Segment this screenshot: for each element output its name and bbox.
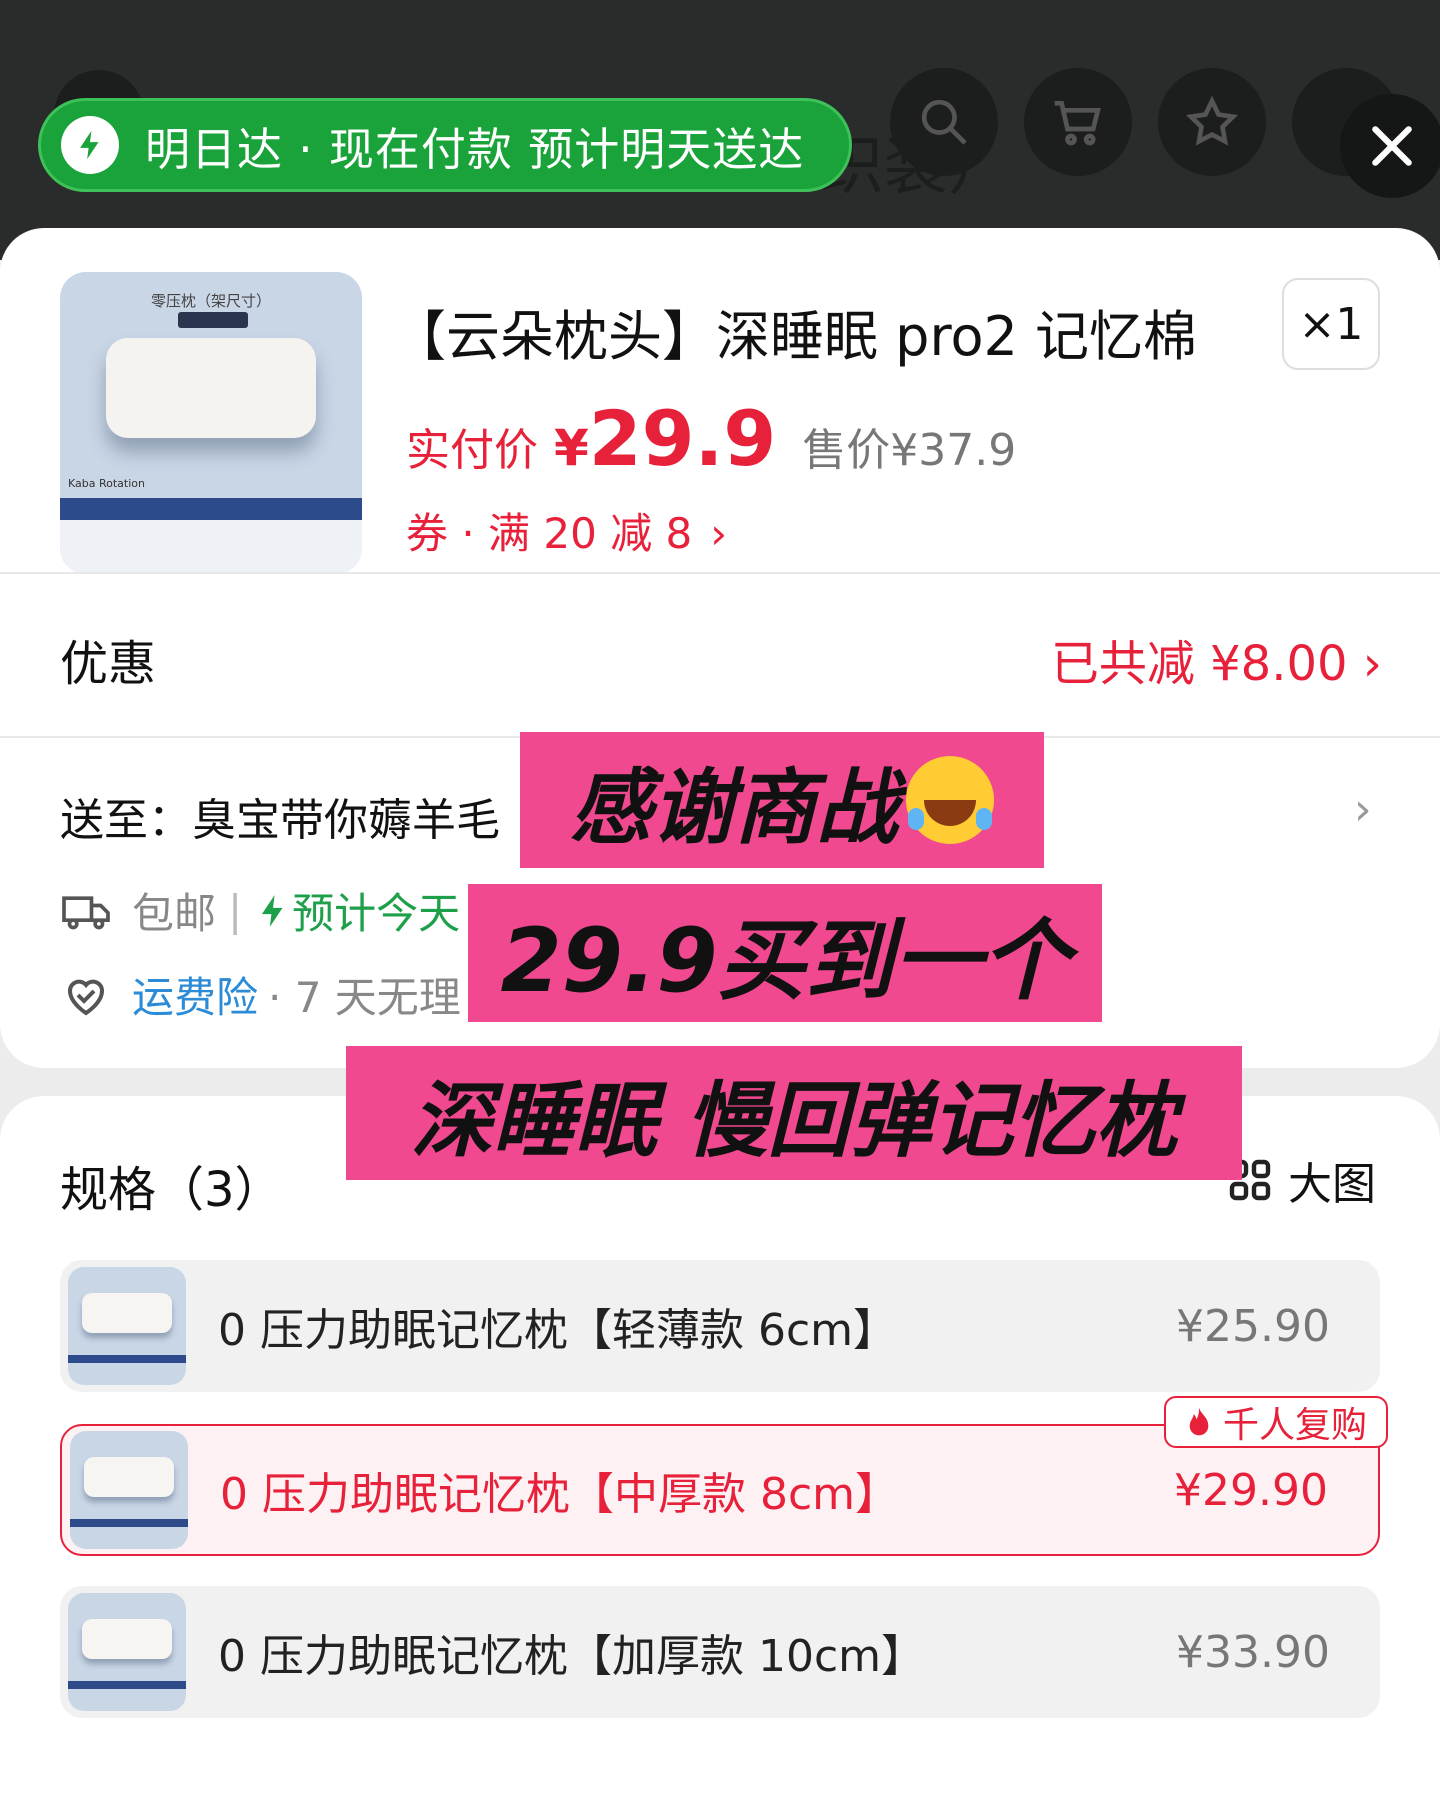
spec-option-name: 0 压力助眠记忆枕【中厚款 8cm】 xyxy=(220,1469,900,1520)
coupon-link[interactable]: 券 · 满 20 减 8 › xyxy=(406,500,727,561)
insurance-info: 运费险 · 7 天无理 xyxy=(60,964,461,1025)
product-image-bar xyxy=(60,498,362,520)
badge-text: 千人复购 xyxy=(1222,1405,1367,1446)
product-image-table xyxy=(60,520,362,574)
product-image-caption: Kaba Rotation xyxy=(68,477,145,490)
separator: | xyxy=(228,886,243,935)
insurance-text[interactable]: 运费险 xyxy=(132,964,258,1025)
spec-thumbnail xyxy=(68,1267,186,1385)
discount-value[interactable]: 已共减 ¥8.00 › xyxy=(1051,624,1382,694)
overlay-text-3: 深睡眠 慢回弹记忆枕 xyxy=(410,1073,1178,1169)
delivery-banner: 明日达 · 现在付款 预计明天送达 xyxy=(38,98,852,192)
spec-option-name: 0 压力助眠记忆枕【轻薄款 6cm】 xyxy=(218,1305,898,1356)
lightning-icon xyxy=(61,116,119,174)
spec-option[interactable]: 0 压力助眠记忆枕【轻薄款 6cm】 ¥25.90 xyxy=(60,1260,1380,1392)
close-icon xyxy=(1372,126,1412,166)
truck-icon xyxy=(62,895,110,929)
pillow-picture xyxy=(106,338,316,438)
search-button[interactable] xyxy=(890,68,998,176)
product-image-top-text: 零压枕（架尺寸） xyxy=(150,292,271,310)
coupon-text: 券 · 满 20 减 8 xyxy=(406,509,693,558)
price-row: 实付价 ¥ 29.9 售价¥37.9 xyxy=(406,394,1016,483)
spec-thumbnail xyxy=(68,1593,186,1711)
product-image[interactable]: 零压枕（架尺寸） Kaba Rotation xyxy=(60,272,362,574)
search-icon xyxy=(921,99,967,145)
spec-option[interactable]: 0 压力助眠记忆枕【加厚款 10cm】 ¥33.90 xyxy=(60,1586,1380,1718)
shipping-info: 包邮 | 预计今天 xyxy=(60,880,460,941)
top-bar: 织装） 明日达 · 现在付款 预计明天送达 xyxy=(0,0,1440,260)
cart-icon xyxy=(1054,101,1101,146)
delivery-text: 明日达 · 现在付款 预计明天送达 xyxy=(145,122,805,176)
overlay-banner-1: 感谢商战 xyxy=(520,732,1044,868)
free-shipping-text: 包邮 xyxy=(132,889,217,938)
ship-to-address[interactable]: 送至：臭宝带你薅羊毛 xyxy=(60,784,500,848)
big-view-button[interactable]: 大图 xyxy=(1226,1148,1376,1212)
insurance-note: · 7 天无理 xyxy=(268,973,461,1022)
spec-thumbnail xyxy=(70,1431,188,1549)
spec-title: 规格（3） xyxy=(60,1162,283,1218)
quantity-stepper[interactable]: ×1 xyxy=(1282,278,1380,370)
spec-option-price: ¥25.90 xyxy=(1176,1300,1330,1352)
favorite-button[interactable] xyxy=(1158,68,1266,176)
big-view-label: 大图 xyxy=(1288,1159,1376,1210)
close-button[interactable] xyxy=(1340,94,1440,198)
spec-option-name: 0 压力助眠记忆枕【加厚款 10cm】 xyxy=(218,1631,926,1682)
overlay-banner-3: 深睡眠 慢回弹记忆枕 xyxy=(346,1046,1242,1180)
divider xyxy=(0,572,1440,574)
overlay-text-2: 29.9买到一个 xyxy=(500,908,1070,1012)
overlay-text-1: 感谢商战 xyxy=(570,760,898,856)
laugh-cry-emoji xyxy=(906,756,994,844)
product-image-tag xyxy=(178,312,248,328)
overlay-banner-2: 29.9买到一个 xyxy=(468,884,1102,1022)
heart-shield-icon xyxy=(68,979,104,1015)
discount-label: 优惠 xyxy=(60,636,157,692)
flame-icon xyxy=(1189,1407,1209,1436)
star-icon xyxy=(1185,95,1239,146)
pay-price: 29.9 xyxy=(588,394,777,483)
chevron-right-icon: › xyxy=(710,509,728,558)
currency-symbol: ¥ xyxy=(554,419,589,477)
eta-text: 预计今天 xyxy=(292,889,461,938)
spec-option-price: ¥33.90 xyxy=(1176,1626,1330,1678)
lightning-icon xyxy=(262,894,283,927)
repurchase-badge: 千人复购 xyxy=(1164,1396,1388,1448)
original-price: 售价¥37.9 xyxy=(802,425,1017,476)
chevron-right-icon[interactable]: › xyxy=(1354,784,1372,835)
cart-button[interactable] xyxy=(1024,68,1132,176)
spec-option-price: ¥29.90 xyxy=(1174,1464,1328,1516)
product-title: 【云朵枕头】深睡眠 pro2 记忆棉 xyxy=(392,305,1198,368)
pay-price-label: 实付价 xyxy=(406,425,538,476)
